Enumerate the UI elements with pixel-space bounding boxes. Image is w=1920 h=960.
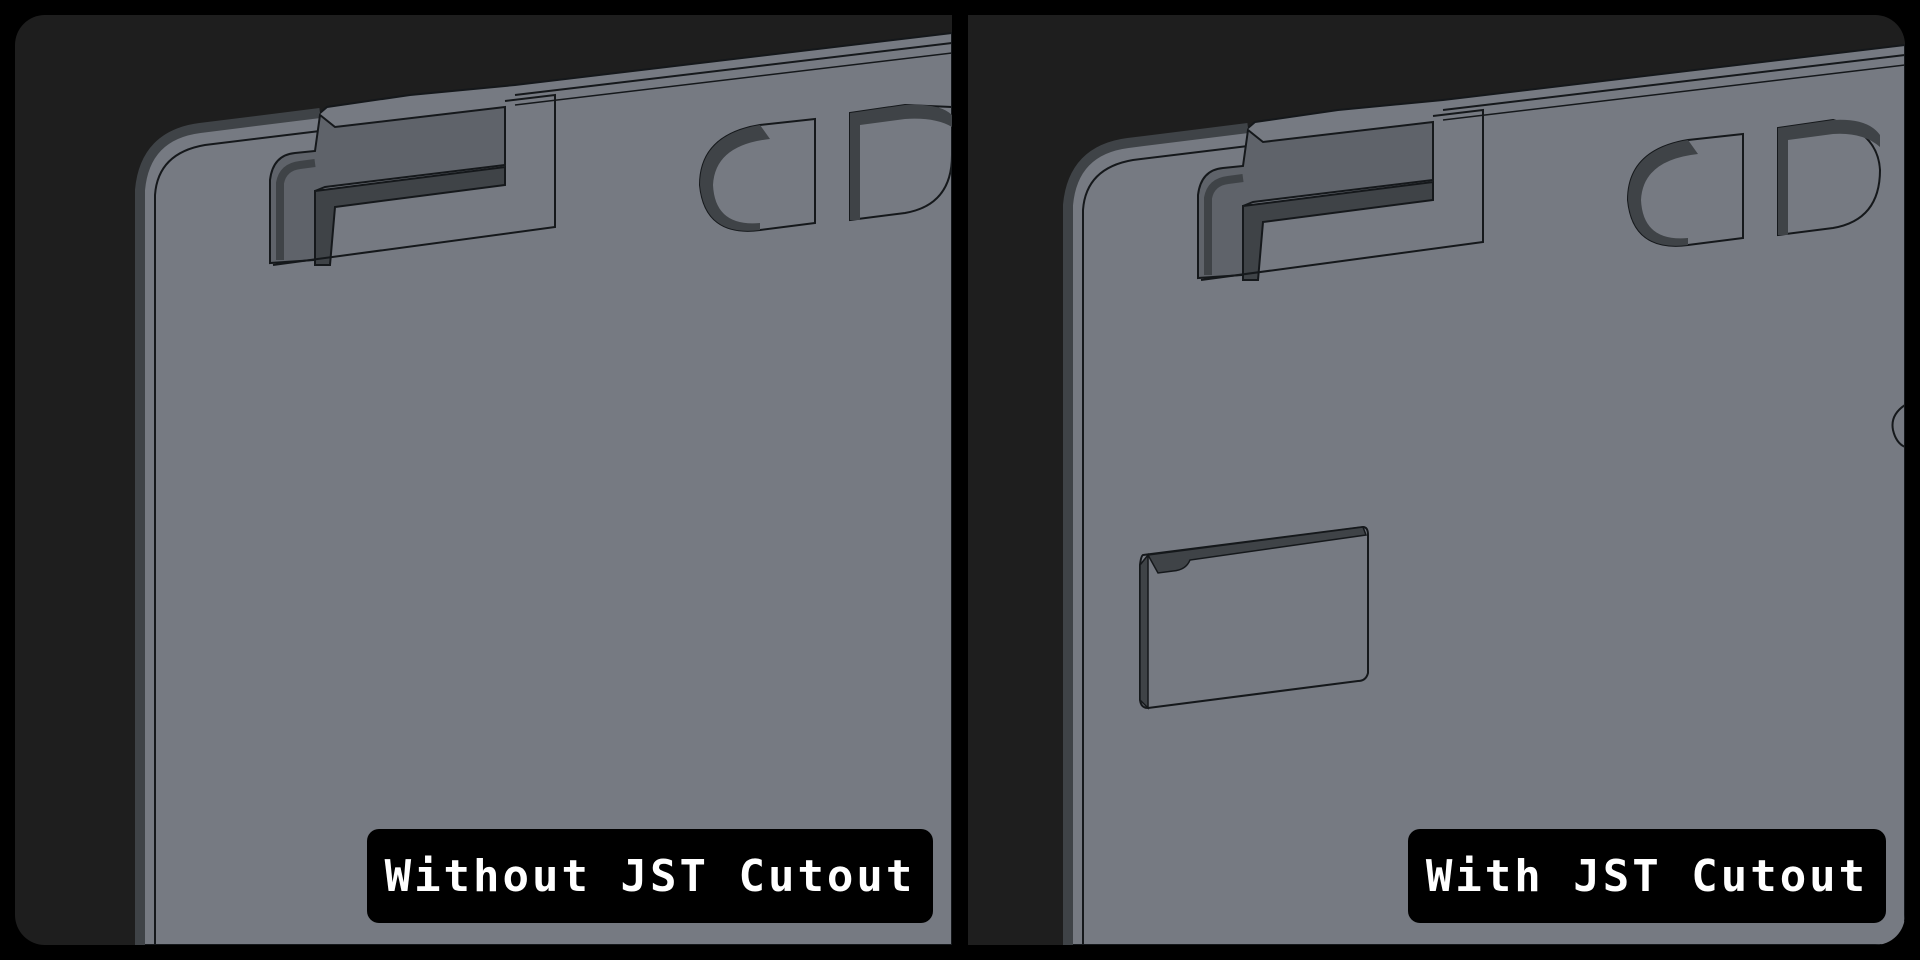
panel-divider — [952, 0, 968, 960]
panel-without-cutout: Without JST Cutout — [15, 15, 952, 945]
panel-with-cutout: With JST Cutout — [968, 15, 1905, 945]
jst-cutout-left-wall — [1139, 552, 1149, 710]
caption-label: Without JST Cutout — [367, 829, 933, 923]
case-render-with-cutout — [968, 15, 1905, 945]
case-render-without-cutout — [15, 15, 952, 945]
caption-label: With JST Cutout — [1408, 829, 1886, 923]
case-plate — [139, 31, 952, 945]
comparison-image: Without JST Cutout With JST Cutout — [0, 0, 1920, 960]
